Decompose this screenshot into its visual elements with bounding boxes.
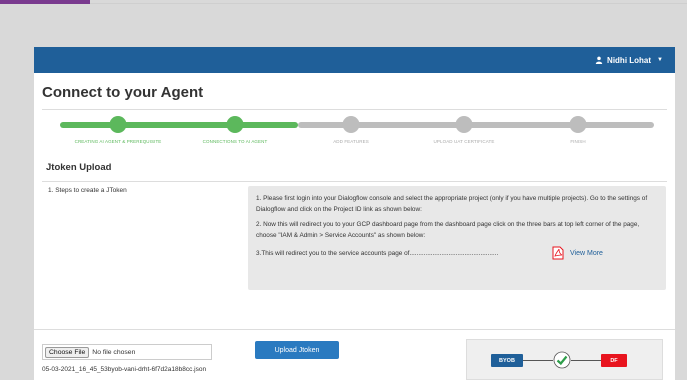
file-status: No file chosen [92,348,136,356]
instruction-step-3: 3.This will redirect you to the service … [256,249,499,257]
choose-file-button[interactable]: Choose File [45,346,90,358]
steps-left-label: 1. Steps to create a JToken [48,187,127,194]
step-dot-5 [569,116,587,133]
step-label-5: FINISH [570,139,586,144]
caret-down-icon: ▼ [657,57,663,63]
section-title: Jtoken Upload [46,162,112,173]
step-label-3: ADD FEATURES [333,139,369,144]
page-title: Connect to your Agent [42,84,204,101]
app-window: Nidhi Lohat ▼ Connect to your Agent CREA… [34,47,675,380]
instruction-step-1: 1. Please first login into your Dialogfl… [256,195,648,213]
instruction-step-3-row: 3.This will redirect you to the service … [256,246,658,260]
instruction-step-2: 2. Now this will redirect you to your GC… [256,221,640,239]
step-label-2: CONNECTIONS TO AI AGENT [202,139,268,144]
user-icon [595,56,603,64]
view-more-link[interactable]: View More [570,250,603,257]
upload-divider [34,329,675,330]
step-dot-2 [226,116,244,133]
top-divider [90,3,687,4]
check-circle-icon [553,351,571,369]
connection-flow-panel: BYOB DF [466,339,663,380]
uploaded-filename: 05-03-2021_16_45_53byob-vani-drht-6f7d2a… [42,366,207,373]
step-dot-4 [455,116,473,133]
flow-connector-left [523,360,553,361]
progress-stepper: CREATING AI AGENT & PREREQUISITE CONNECT… [42,110,667,150]
df-badge: DF [601,354,627,367]
upload-jtoken-button[interactable]: Upload Jtoken [255,341,339,359]
flow-connector-right [571,360,601,361]
top-accent-bar [0,0,90,4]
steps-row: 1. Steps to create a JToken 1. Please fi… [34,182,675,294]
instructions-panel: 1. Please first login into your Dialogfl… [248,186,666,290]
user-menu[interactable]: Nidhi Lohat ▼ [595,56,663,65]
stepper-track-done [60,122,298,128]
top-navbar: Nidhi Lohat ▼ [34,47,675,73]
step-label-1: CREATING AI AGENT & PREREQUISITE [74,139,162,144]
byob-badge: BYOB [491,354,523,367]
pdf-icon[interactable] [552,246,564,260]
step-label-4: UPLOAD UAT CERTIFICATE [433,139,495,144]
user-name: Nidhi Lohat [607,55,652,65]
step-dot-3 [342,116,360,133]
file-chooser[interactable]: Choose File No file chosen [42,344,212,360]
step-dot-1 [109,116,127,133]
